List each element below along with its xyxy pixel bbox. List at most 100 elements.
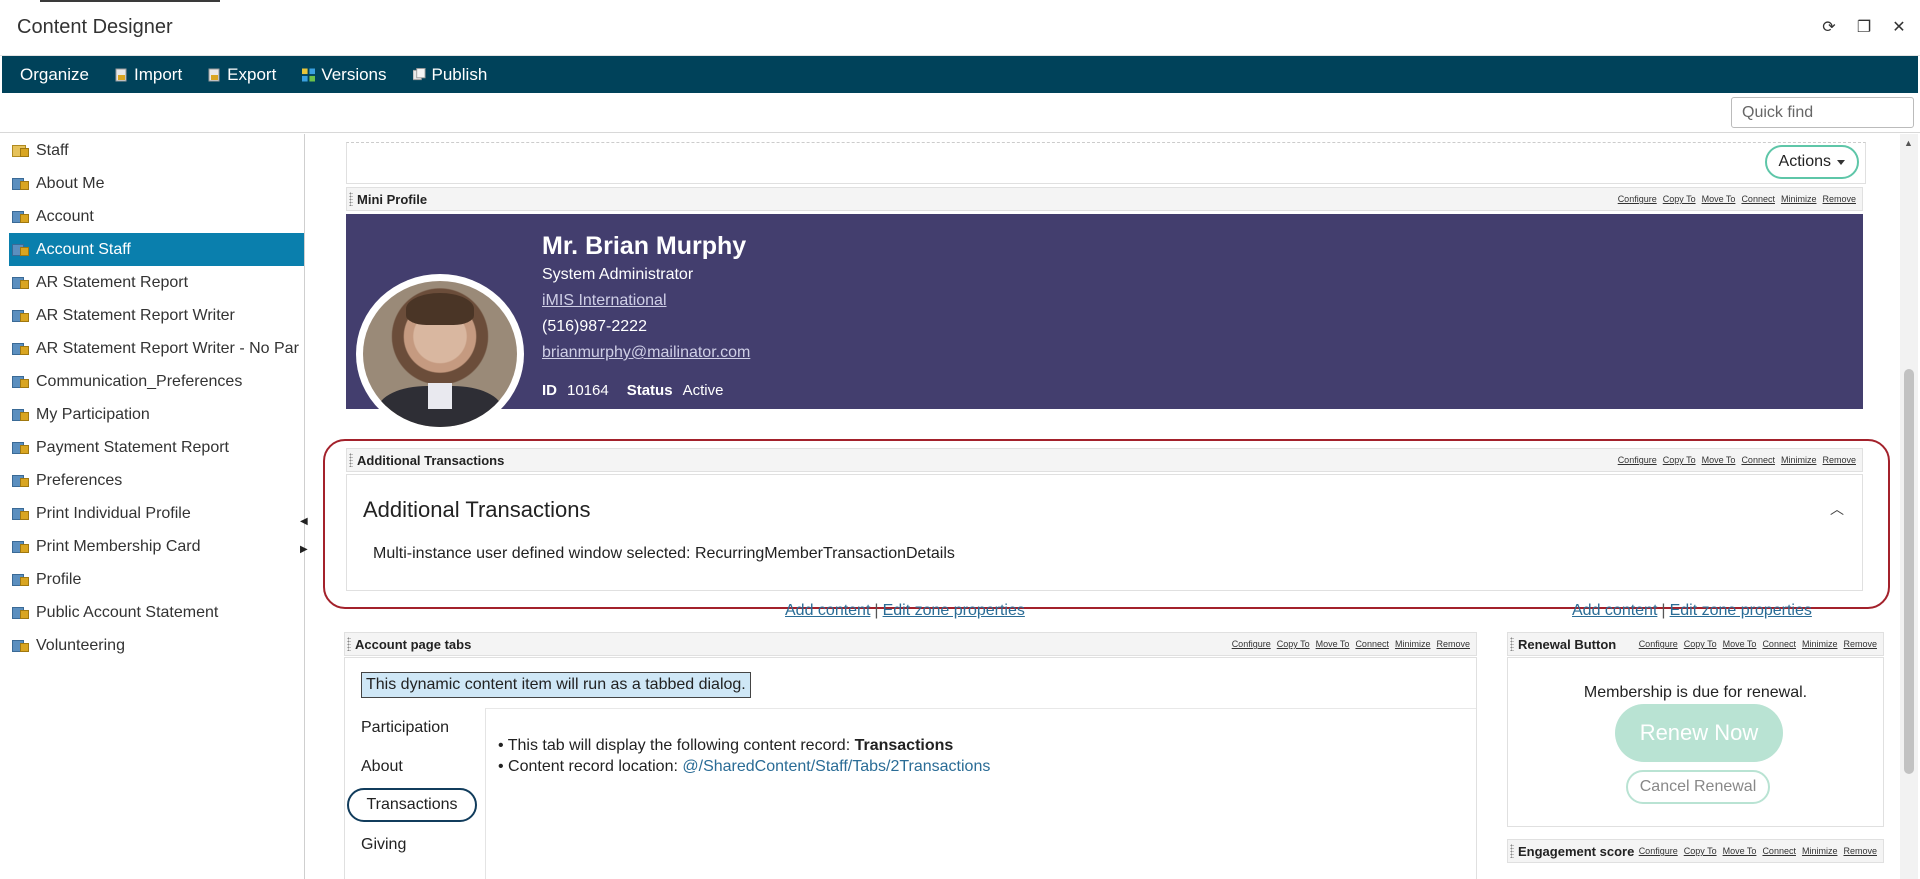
minimize-link[interactable]: Minimize	[1781, 455, 1817, 465]
copy-to-link[interactable]: Copy To	[1684, 639, 1717, 649]
menu-import[interactable]: Import	[115, 65, 182, 85]
configure-link[interactable]: Configure	[1639, 846, 1678, 856]
refresh-icon[interactable]: ⟳	[1817, 16, 1841, 40]
profile-email-link[interactable]: brianmurphy@mailinator.com	[542, 344, 750, 362]
content-record-location-link[interactable]: @/SharedContent/Staff/Tabs/2Transactions	[682, 758, 990, 775]
tab-participation[interactable]: Participation	[345, 708, 485, 747]
copy-to-link[interactable]: Copy To	[1663, 455, 1696, 465]
line-prefix: • Content record location:	[498, 758, 683, 775]
drag-handle-icon[interactable]	[349, 453, 353, 467]
remove-link[interactable]: Remove	[1843, 639, 1877, 649]
tree-item-account-staff[interactable]: Account Staff	[9, 233, 304, 266]
configure-link[interactable]: Configure	[1639, 639, 1678, 649]
drag-handle-icon[interactable]	[1510, 637, 1514, 651]
move-to-link[interactable]: Move To	[1316, 639, 1350, 649]
copy-to-link[interactable]: Copy To	[1684, 846, 1717, 856]
tree-item-about-me[interactable]: About Me	[0, 167, 304, 200]
remove-link[interactable]: Remove	[1822, 194, 1856, 204]
configure-link[interactable]: Configure	[1618, 194, 1657, 204]
tree-item-ar-statement-report[interactable]: AR Statement Report	[0, 266, 304, 299]
scroll-up-icon[interactable]: ▲	[1904, 138, 1913, 148]
move-to-link[interactable]: Move To	[1723, 846, 1757, 856]
edit-zone-properties-link[interactable]: Edit zone properties	[883, 602, 1025, 619]
tree-item-profile[interactable]: Profile	[0, 563, 304, 596]
menu-export[interactable]: Export	[208, 65, 276, 85]
edit-zone-properties-link[interactable]: Edit zone properties	[1670, 602, 1812, 619]
page-lock-icon	[12, 308, 30, 324]
menu-versions[interactable]: Versions	[302, 64, 387, 85]
menu-publish[interactable]: Publish	[412, 65, 487, 85]
copy-to-link[interactable]: Copy To	[1663, 194, 1696, 204]
copy-to-link[interactable]: Copy To	[1277, 639, 1310, 649]
connect-link[interactable]: Connect	[1762, 639, 1796, 649]
tree-item-label: Volunteering	[36, 636, 125, 654]
additional-transactions-panel: Additional Transactions ︿ Multi-instance…	[346, 474, 1863, 591]
move-to-link[interactable]: Move To	[1702, 194, 1736, 204]
profile-name: Mr. Brian Murphy	[542, 232, 747, 260]
design-canvas: Actions Mini Profile Configure Copy To M…	[310, 134, 1898, 879]
additional-transactions-header: Additional Transactions Configure Copy T…	[346, 448, 1863, 472]
tree-item-staff[interactable]: Staff	[0, 134, 304, 167]
tab-about[interactable]: About	[345, 747, 485, 786]
profile-organization-link[interactable]: iMIS International	[542, 292, 667, 310]
zone-links-main: Add content | Edit zone properties	[785, 602, 1025, 620]
remove-link[interactable]: Remove	[1843, 846, 1877, 856]
tree-item-label: Print Individual Profile	[36, 504, 191, 522]
connect-link[interactable]: Connect	[1355, 639, 1389, 649]
drag-handle-icon[interactable]	[347, 637, 351, 651]
connect-link[interactable]: Connect	[1741, 455, 1775, 465]
quick-find-input[interactable]	[1731, 97, 1914, 128]
account-page-tabs-header: Account page tabs Configure Copy To Move…	[344, 632, 1477, 656]
add-content-link[interactable]: Add content	[1572, 602, 1657, 619]
minimize-link[interactable]: Minimize	[1781, 194, 1817, 204]
tree-item-ar-statement-report-writer[interactable]: AR Statement Report Writer	[0, 299, 304, 332]
move-to-link[interactable]: Move To	[1702, 455, 1736, 465]
tab-transactions[interactable]: Transactions	[347, 788, 477, 822]
tree-item-print-individual-profile[interactable]: Print Individual Profile	[0, 497, 304, 530]
connect-link[interactable]: Connect	[1762, 846, 1796, 856]
tree-item-my-participation[interactable]: My Participation	[0, 398, 304, 431]
menu-organize[interactable]: Organize	[20, 65, 89, 85]
connect-link[interactable]: Connect	[1741, 194, 1775, 204]
drag-handle-icon[interactable]	[1510, 844, 1514, 858]
status-value: Active	[682, 382, 724, 399]
renew-now-button[interactable]: Renew Now	[1615, 704, 1783, 762]
move-to-link[interactable]: Move To	[1723, 639, 1757, 649]
drag-handle-icon[interactable]	[349, 192, 353, 206]
tree-item-account[interactable]: Account	[0, 200, 304, 233]
tree-item-ar-statement-report-writer-no-par[interactable]: AR Statement Report Writer - No Par	[0, 332, 304, 365]
tree-item-label: Profile	[36, 570, 82, 588]
search-row	[0, 93, 1920, 133]
vertical-scrollbar[interactable]: ▲	[1900, 134, 1918, 879]
chevron-up-icon[interactable]: ︿	[1830, 499, 1844, 519]
menu-organize-label: Organize	[20, 64, 89, 84]
remove-link[interactable]: Remove	[1436, 639, 1470, 649]
tree-item-label: Account	[36, 207, 94, 225]
tree-item-public-account-statement[interactable]: Public Account Statement	[0, 596, 304, 629]
cancel-renewal-button[interactable]: Cancel Renewal	[1626, 770, 1770, 804]
minimize-link[interactable]: Minimize	[1395, 639, 1431, 649]
tab-giving[interactable]: Giving	[345, 825, 485, 864]
minimize-link[interactable]: Minimize	[1802, 639, 1838, 649]
actions-dropdown-button[interactable]: Actions	[1764, 145, 1859, 179]
configure-link[interactable]: Configure	[1618, 455, 1657, 465]
part-links: Configure Copy To Move To Connect Minimi…	[1618, 455, 1856, 465]
part-links: Configure Copy To Move To Connect Minimi…	[1618, 194, 1856, 204]
close-window-icon[interactable]: ✕	[1887, 16, 1911, 40]
configure-link[interactable]: Configure	[1232, 639, 1271, 649]
tree-item-print-membership-card[interactable]: Print Membership Card	[0, 530, 304, 563]
remove-link[interactable]: Remove	[1822, 455, 1856, 465]
top-strip	[40, 0, 220, 2]
tree-item-communication-preferences[interactable]: Communication_Preferences	[0, 365, 304, 398]
tree-item-payment-statement-report[interactable]: Payment Statement Report	[0, 431, 304, 464]
tree-item-label: AR Statement Report Writer - No Par	[36, 339, 299, 357]
tree-item-volunteering[interactable]: Volunteering	[0, 629, 304, 662]
tree-item-preferences[interactable]: Preferences	[0, 464, 304, 497]
minimize-link[interactable]: Minimize	[1802, 846, 1838, 856]
avatar	[356, 274, 524, 434]
restore-window-icon[interactable]: ❐	[1852, 16, 1876, 40]
menu-versions-label: Versions	[321, 64, 387, 84]
add-content-link[interactable]: Add content	[785, 602, 870, 619]
scrollbar-thumb[interactable]	[1904, 369, 1914, 774]
pane-splitter-handle[interactable]: ◀ ▶	[300, 515, 310, 555]
